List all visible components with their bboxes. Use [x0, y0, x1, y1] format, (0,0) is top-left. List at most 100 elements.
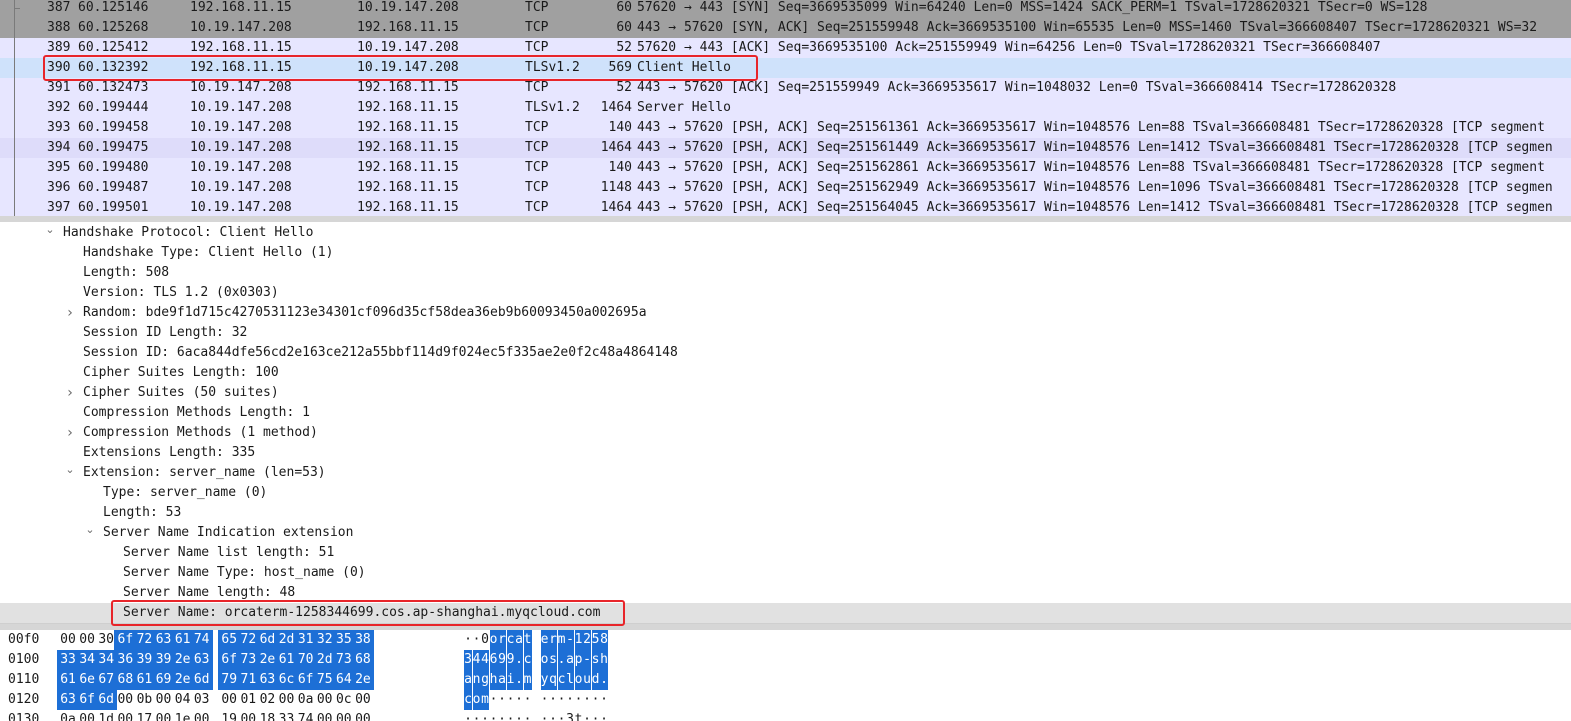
- packet-row-397[interactable]: 397 60.199501 10.19.147.208 192.168.11.15 TC…: [0, 198, 1571, 216]
- hex-ascii-char[interactable]: a: [498, 670, 506, 690]
- hex-ascii-char[interactable]: h: [489, 670, 498, 690]
- hex-ascii-char[interactable]: n: [472, 670, 481, 690]
- hex-byte[interactable]: 03: [191, 690, 213, 710]
- hex-ascii-char[interactable]: s: [591, 650, 600, 670]
- detail-field[interactable]: Server Name length: 48: [0, 583, 1571, 603]
- hex-ascii-char[interactable]: r: [498, 630, 506, 650]
- hex-ascii-char[interactable]: ·: [498, 690, 506, 710]
- hex-ascii-char[interactable]: ·: [549, 710, 557, 721]
- detail-field[interactable]: › Compression Methods (1 method): [0, 423, 1571, 443]
- hex-ascii-char[interactable]: ·: [566, 690, 574, 710]
- detail-field[interactable]: Server Name list length: 51: [0, 543, 1571, 563]
- hex-ascii-char[interactable]: a: [515, 630, 523, 650]
- chevron-down-icon[interactable]: ⌄: [63, 463, 77, 483]
- hex-ascii-char[interactable]: ·: [524, 690, 532, 710]
- hex-ascii-char[interactable]: g: [481, 670, 489, 690]
- detail-field[interactable]: › Cipher Suites (50 suites): [0, 383, 1571, 403]
- detail-field[interactable]: › Random: bde9f1d715c4270531123e34301cf09…: [0, 303, 1571, 323]
- hex-ascii-char[interactable]: u: [583, 670, 591, 690]
- packet-row-395[interactable]: 395 60.199480 10.19.147.208 192.168.11.15 TC…: [0, 158, 1571, 178]
- chevron-right-icon[interactable]: ›: [63, 303, 77, 323]
- hex-ascii-char[interactable]: ·: [592, 710, 600, 721]
- chevron-down-icon[interactable]: ⌄: [43, 223, 57, 243]
- hex-ascii-char[interactable]: ·: [558, 690, 566, 710]
- hex-ascii-char[interactable]: .: [515, 670, 523, 690]
- chevron-right-icon[interactable]: ›: [63, 423, 77, 443]
- hex-ascii-char[interactable]: 4: [481, 650, 489, 670]
- hex-ascii-char[interactable]: ·: [600, 710, 608, 721]
- hex-ascii-char[interactable]: ·: [507, 710, 515, 721]
- hex-ascii-char[interactable]: y: [540, 670, 549, 690]
- hex-ascii-char[interactable]: ·: [541, 690, 549, 710]
- packet-row-390[interactable]: 390 60.132392 192.168.11.15 10.19.147.208 TL…: [0, 58, 1571, 78]
- hex-byte[interactable]: 63: [190, 650, 213, 670]
- packet-row-396[interactable]: 396 60.199487 10.19.147.208 192.168.11.15 TC…: [0, 178, 1571, 198]
- hex-ascii-char[interactable]: 0: [481, 630, 489, 650]
- hex-ascii-char[interactable]: .: [557, 650, 566, 670]
- hex-ascii-char[interactable]: ·: [498, 710, 506, 721]
- hex-ascii-char[interactable]: m: [481, 690, 489, 710]
- packet-details-pane[interactable]: ⌄ Handshake Protocol: Client Hello Handsha…: [0, 222, 1571, 624]
- hex-ascii-char[interactable]: 1: [574, 630, 583, 650]
- hex-byte[interactable]: 6d: [190, 670, 213, 690]
- detail-field[interactable]: Length: 53: [0, 503, 1571, 523]
- hex-ascii-char[interactable]: ·: [464, 630, 472, 650]
- detail-field[interactable]: Extensions Length: 335: [0, 443, 1571, 463]
- hex-ascii-char[interactable]: r: [549, 630, 557, 650]
- packet-row-392[interactable]: 392 60.199444 10.19.147.208 192.168.11.15 TL…: [0, 98, 1571, 118]
- hex-ascii-char[interactable]: c: [523, 650, 532, 670]
- hex-ascii-char[interactable]: i: [506, 670, 515, 690]
- hex-ascii-char[interactable]: ·: [515, 710, 523, 721]
- hex-ascii-char[interactable]: 2: [583, 630, 591, 650]
- detail-field[interactable]: ⌄ Extension: server_name (len=53): [0, 463, 1571, 483]
- hex-ascii-char[interactable]: ·: [515, 690, 523, 710]
- hex-ascii-char[interactable]: d: [591, 670, 600, 690]
- hex-ascii-char[interactable]: c: [464, 690, 472, 710]
- hex-ascii-char[interactable]: s: [549, 650, 557, 670]
- hex-byte[interactable]: 74: [190, 630, 213, 650]
- hex-ascii-char[interactable]: ·: [541, 710, 549, 721]
- hex-ascii-char[interactable]: o: [540, 650, 549, 670]
- hex-ascii-char[interactable]: m: [557, 630, 566, 650]
- hex-byte[interactable]: 68: [351, 650, 374, 670]
- packet-row-393[interactable]: 393 60.199458 10.19.147.208 192.168.11.15 TC…: [0, 118, 1571, 138]
- hex-ascii-char[interactable]: ·: [575, 690, 583, 710]
- packet-row-388[interactable]: 388 60.125268 10.19.147.208 192.168.11.15 TC…: [0, 18, 1571, 38]
- hex-ascii-char[interactable]: l: [566, 670, 574, 690]
- hex-ascii-char[interactable]: 5: [591, 630, 600, 650]
- hex-ascii-char[interactable]: ·: [464, 710, 472, 721]
- hex-ascii-char[interactable]: ·: [600, 690, 608, 710]
- hex-ascii-char[interactable]: t: [575, 710, 583, 721]
- hex-ascii-char[interactable]: -: [566, 630, 574, 650]
- packet-list-pane[interactable]: 387 60.125146 192.168.11.15 10.19.147.208 TC…: [0, 0, 1571, 216]
- detail-field[interactable]: Session ID: 6aca844dfe56cd2e163ce212a55b…: [0, 343, 1571, 363]
- detail-field[interactable]: Length: 508: [0, 263, 1571, 283]
- detail-field[interactable]: Version: TLS 1.2 (0x0303): [0, 283, 1571, 303]
- hex-ascii-char[interactable]: ·: [490, 690, 498, 710]
- hex-ascii-char[interactable]: ·: [473, 630, 481, 650]
- hex-ascii-char[interactable]: p: [574, 650, 583, 670]
- hex-ascii-char[interactable]: 8: [600, 630, 608, 650]
- hex-ascii-char[interactable]: a: [464, 670, 472, 690]
- hex-ascii-char[interactable]: ·: [583, 690, 591, 710]
- hex-byte[interactable]: 00: [352, 690, 374, 710]
- chevron-right-icon[interactable]: ›: [63, 383, 77, 403]
- detail-field[interactable]: Type: server_name (0): [0, 483, 1571, 503]
- hex-ascii-char[interactable]: 4: [472, 650, 481, 670]
- hex-ascii-char[interactable]: h: [600, 650, 608, 670]
- hex-ascii-char[interactable]: .: [515, 650, 523, 670]
- hex-ascii-char[interactable]: ·: [507, 690, 515, 710]
- hex-ascii-char[interactable]: 3: [464, 650, 472, 670]
- detail-field[interactable]: ⌄ Handshake Protocol: Client Hello: [0, 223, 1571, 243]
- hex-ascii-char[interactable]: o: [472, 690, 481, 710]
- hex-ascii-char[interactable]: ·: [549, 690, 557, 710]
- chevron-down-icon[interactable]: ⌄: [83, 523, 97, 543]
- detail-field[interactable]: Session ID Length: 32: [0, 323, 1571, 343]
- hex-byte[interactable]: 2e: [351, 670, 374, 690]
- hex-ascii-char[interactable]: o: [574, 670, 583, 690]
- hex-ascii-char[interactable]: 6: [489, 650, 498, 670]
- hex-byte[interactable]: 38: [351, 630, 374, 650]
- hex-ascii-char[interactable]: ·: [524, 710, 532, 721]
- hex-ascii-char[interactable]: m: [523, 670, 532, 690]
- hex-ascii-char[interactable]: ·: [490, 710, 498, 721]
